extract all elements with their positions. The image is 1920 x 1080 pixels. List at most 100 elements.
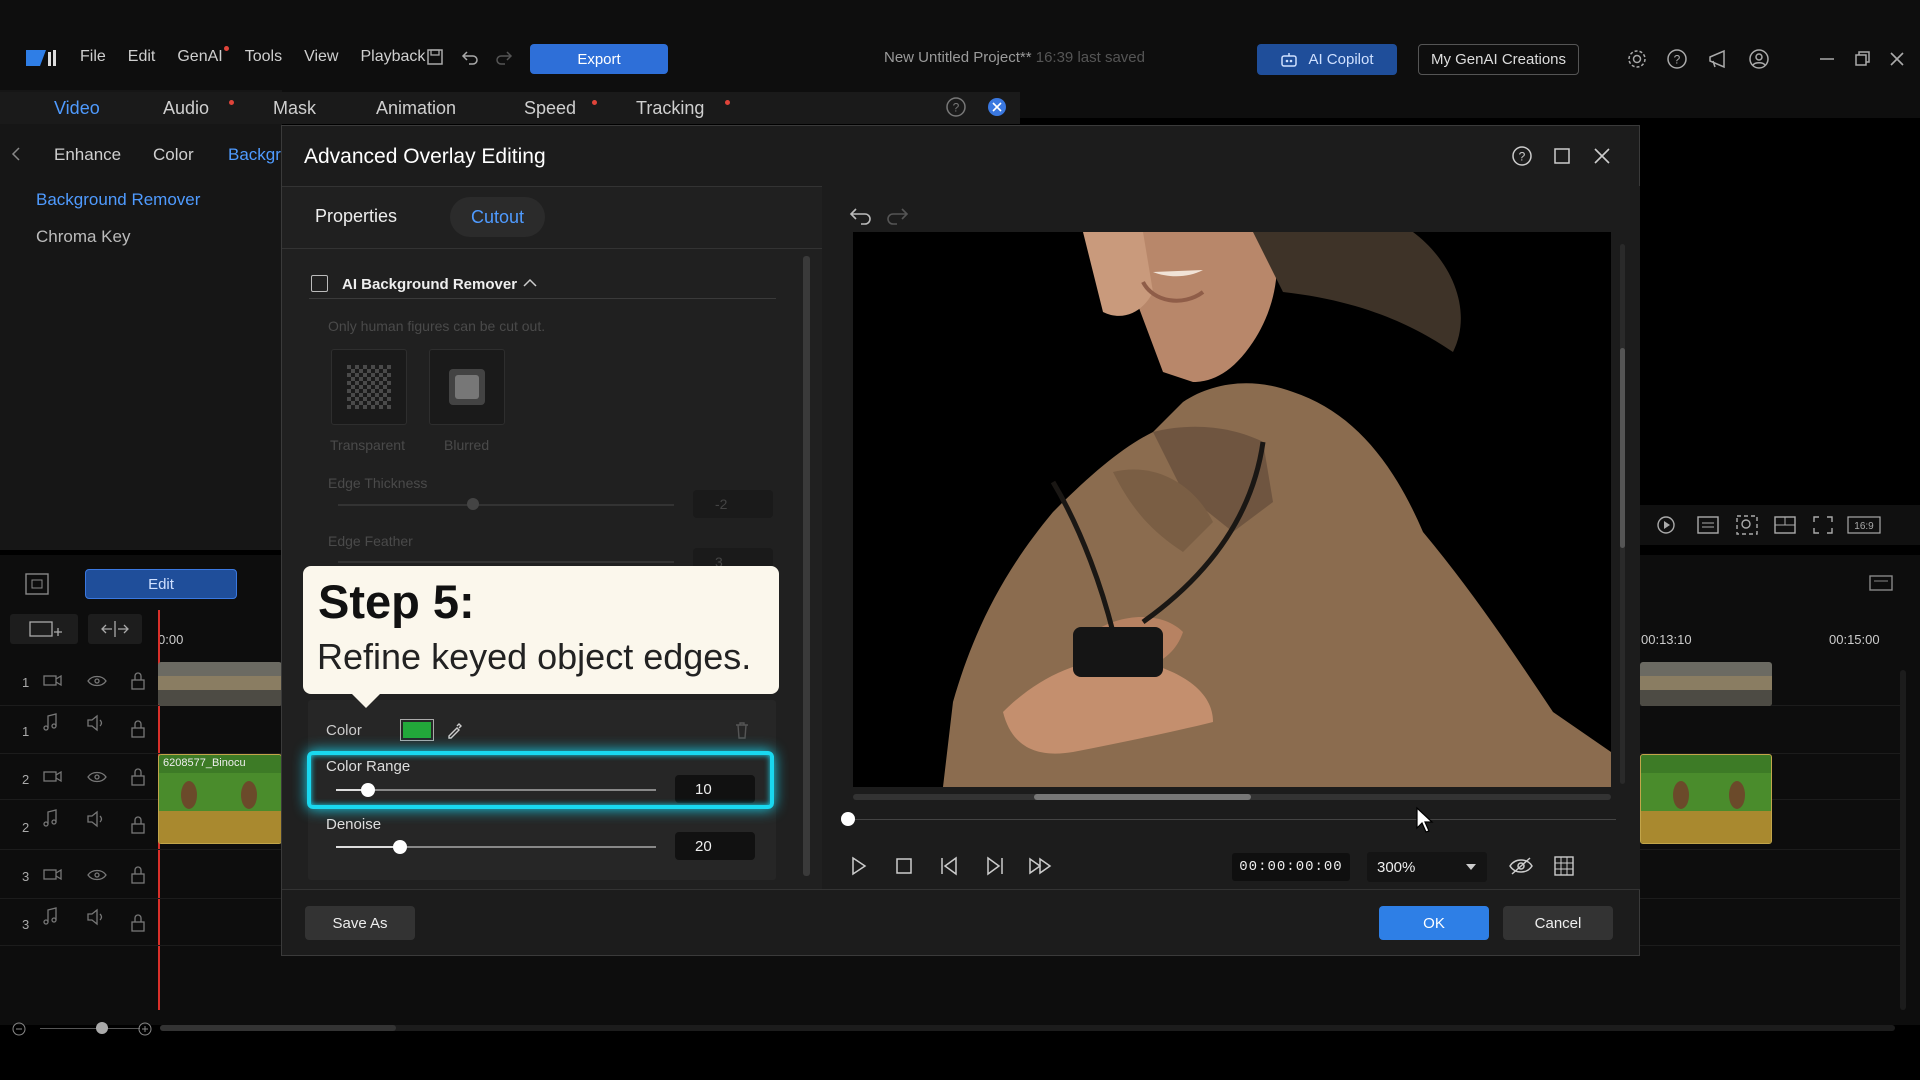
restore-window-icon[interactable] xyxy=(1851,48,1873,70)
playback-option-icon[interactable] xyxy=(1656,514,1682,536)
ai-copilot-button[interactable]: AI Copilot xyxy=(1257,44,1397,75)
settings-scrollbar[interactable] xyxy=(803,256,810,876)
zoom-in-icon[interactable] xyxy=(138,1022,152,1036)
playback-knob[interactable] xyxy=(841,812,855,826)
ai-bg-remover-checkbox[interactable] xyxy=(311,275,328,292)
preview-image[interactable] xyxy=(853,232,1611,787)
zoom-select[interactable]: 300% xyxy=(1367,852,1487,882)
zoom-out-icon[interactable] xyxy=(12,1022,26,1036)
layout-icon[interactable] xyxy=(1773,514,1797,536)
edit-button[interactable]: Edit xyxy=(85,569,237,599)
tab-mask[interactable]: Mask xyxy=(273,98,316,119)
stop-icon[interactable] xyxy=(893,855,915,877)
menu-playback[interactable]: Playback xyxy=(360,48,425,66)
overlay-clip[interactable]: 6208577_Binocu xyxy=(158,754,282,844)
edge-thickness-slider[interactable] xyxy=(338,504,674,506)
next-frame-icon[interactable] xyxy=(984,855,1006,877)
preview-redo-icon[interactable] xyxy=(886,206,912,226)
undo-icon[interactable] xyxy=(460,47,480,67)
timeline-menu-icon[interactable] xyxy=(1868,572,1894,596)
delete-trash-icon[interactable] xyxy=(733,720,751,740)
menu-bar: File Edit GenAI Tools View Playback xyxy=(80,46,447,66)
menu-genai[interactable]: GenAI xyxy=(177,46,230,66)
denoise-knob[interactable] xyxy=(393,840,407,854)
preview-v-scroll-thumb[interactable] xyxy=(1620,348,1625,548)
tab-properties[interactable]: Properties xyxy=(315,206,397,227)
dialog-close-icon[interactable] xyxy=(1591,145,1613,167)
menu-view[interactable]: View xyxy=(304,48,338,66)
edge-thickness-knob[interactable] xyxy=(467,498,479,510)
menu-tools[interactable]: Tools xyxy=(245,48,282,66)
subtab-back-icon[interactable] xyxy=(10,146,22,162)
fast-forward-icon[interactable] xyxy=(1028,855,1052,877)
close-window-icon[interactable] xyxy=(1886,48,1908,70)
announcement-icon[interactable] xyxy=(1707,48,1729,70)
account-icon[interactable] xyxy=(1748,48,1770,70)
my-genai-creations-button[interactable]: My GenAI Creations xyxy=(1418,44,1579,75)
previous-frame-icon[interactable] xyxy=(938,855,960,877)
playback-timeline[interactable] xyxy=(848,819,1616,820)
play-icon[interactable] xyxy=(847,855,869,877)
video-clip-1-end[interactable] xyxy=(1640,662,1772,706)
cancel-button[interactable]: Cancel xyxy=(1503,906,1613,940)
fullscreen-icon[interactable] xyxy=(1811,514,1835,536)
zoom-value: 300% xyxy=(1377,858,1416,876)
list-icon[interactable] xyxy=(1696,514,1720,536)
help-icon[interactable]: ? xyxy=(1666,48,1688,70)
save-icon[interactable] xyxy=(425,47,445,67)
video-track-icon xyxy=(42,670,152,940)
overlay-clip-end[interactable] xyxy=(1640,754,1772,844)
timecode-display[interactable]: 00:00:00:00 xyxy=(1232,853,1350,881)
tab-video[interactable]: Video xyxy=(54,98,100,119)
track-number: 1 xyxy=(22,675,30,690)
tab-tracking[interactable]: Tracking xyxy=(636,98,704,119)
dialog-help-icon[interactable]: ? xyxy=(1511,145,1533,167)
zoom-search-icon[interactable] xyxy=(1735,514,1759,536)
eyedropper-icon[interactable] xyxy=(445,720,465,740)
edge-thickness-label: Edge Thickness xyxy=(328,475,428,491)
edge-thickness-value[interactable]: -2 xyxy=(693,490,773,518)
grid-icon[interactable] xyxy=(1553,855,1575,877)
preview-undo-icon[interactable] xyxy=(846,206,872,226)
preview-h-scroll-thumb[interactable] xyxy=(1034,794,1251,800)
add-track-button[interactable] xyxy=(10,614,78,644)
side-item-chroma-key[interactable]: Chroma Key xyxy=(36,227,130,247)
subtab-enhance[interactable]: Enhance xyxy=(54,145,121,165)
edge-feather-slider[interactable] xyxy=(338,561,674,563)
panel-close-icon[interactable] xyxy=(986,96,1008,118)
export-button[interactable]: Export xyxy=(530,44,668,74)
subtab-color[interactable]: Color xyxy=(153,145,194,165)
subtab-background[interactable]: Backgr xyxy=(228,145,281,165)
video-clip-1[interactable] xyxy=(158,662,282,706)
aspect-ratio-icon[interactable]: 16:9 xyxy=(1847,514,1881,536)
tab-cutout[interactable]: Cutout xyxy=(450,197,545,237)
split-button[interactable] xyxy=(88,614,142,644)
minimize-icon[interactable] xyxy=(1816,48,1838,70)
ok-button[interactable]: OK xyxy=(1379,906,1489,940)
tab-animation[interactable]: Animation xyxy=(376,98,456,119)
timeline-v-scrollbar[interactable] xyxy=(1900,670,1906,1010)
denoise-value[interactable]: 20 xyxy=(675,832,755,860)
save-as-button[interactable]: Save As xyxy=(305,906,415,940)
tab-audio[interactable]: Audio xyxy=(163,98,209,119)
settings-gear-icon[interactable] xyxy=(1626,48,1648,70)
transparent-option[interactable] xyxy=(331,349,407,425)
color-swatch[interactable] xyxy=(400,719,434,741)
menu-file[interactable]: File xyxy=(80,48,106,66)
clip-label: 6208577_Binocu xyxy=(163,757,246,769)
menu-edit[interactable]: Edit xyxy=(128,48,156,66)
panel-help-icon[interactable]: ? xyxy=(945,96,967,118)
dialog-maximize-icon[interactable] xyxy=(1551,145,1573,167)
redo-icon[interactable] xyxy=(494,47,514,67)
hide-visibility-icon[interactable] xyxy=(1508,855,1533,877)
side-item-background-remover[interactable]: Background Remover xyxy=(36,190,200,210)
zoom-slider-knob[interactable] xyxy=(96,1022,108,1034)
tab-speed[interactable]: Speed xyxy=(524,98,576,119)
timeline-tool-icon[interactable] xyxy=(24,572,50,596)
zoom-slider-track[interactable] xyxy=(40,1028,140,1029)
chevron-up-icon[interactable] xyxy=(522,276,538,290)
timeline-h-scroll-thumb[interactable] xyxy=(160,1025,396,1031)
dialog-title: Advanced Overlay Editing xyxy=(304,145,546,168)
blurred-option[interactable] xyxy=(429,349,505,425)
timeline-h-scrollbar[interactable] xyxy=(160,1025,1895,1031)
